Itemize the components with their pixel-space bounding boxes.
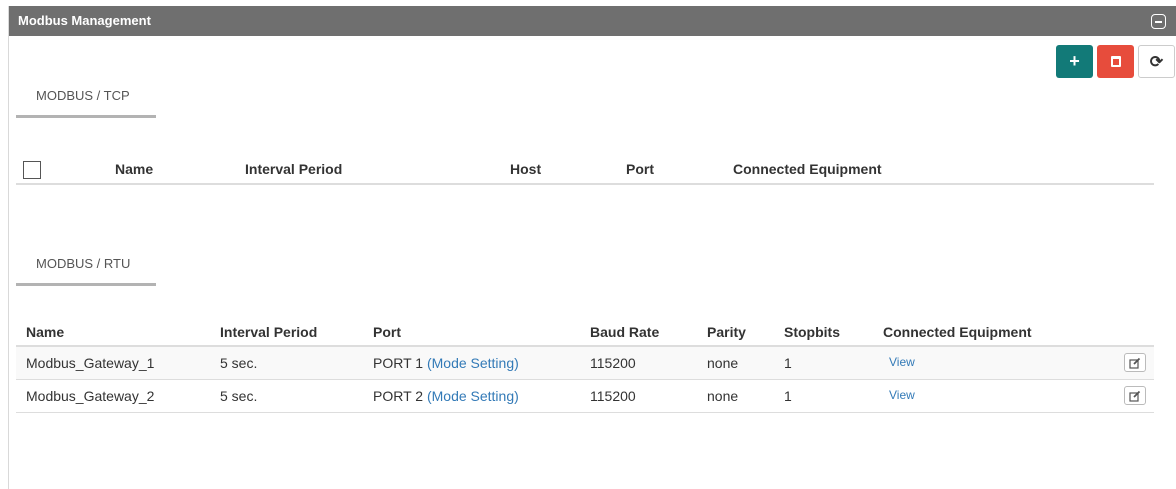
column-header: Interval Period — [245, 161, 343, 177]
column-header: Port — [363, 318, 580, 347]
column-header: Host — [510, 161, 542, 177]
column-header: Parity — [697, 318, 774, 347]
mode-setting-link[interactable]: (Mode Setting) — [427, 388, 519, 404]
select-all-checkbox[interactable] — [23, 161, 41, 179]
parity-value: none — [697, 379, 774, 413]
edit-icon — [1129, 390, 1141, 402]
equipment-cell: View — [873, 379, 1154, 413]
column-header: Stopbits — [774, 318, 873, 347]
refresh-button[interactable]: ⟳ — [1138, 45, 1175, 78]
stopbits-value: 1 — [774, 379, 873, 413]
baud-value: 115200 — [580, 379, 697, 413]
tab-modbus-rtu[interactable]: MODBUS / RTU — [16, 256, 156, 286]
gateway-name: Modbus_Gateway_2 — [16, 379, 210, 413]
tcp-table-header: Name Interval Period Host Port Connected… — [16, 156, 1154, 185]
interval-value: 5 sec. — [210, 346, 363, 380]
rtu-table: Name Interval Period Port Baud Rate Pari… — [16, 318, 1154, 413]
collapse-icon[interactable] — [1151, 14, 1166, 29]
column-header: Baud Rate — [580, 318, 697, 347]
interval-value: 5 sec. — [210, 379, 363, 413]
add-button[interactable]: + — [1056, 45, 1093, 78]
panel-title: Modbus Management — [18, 13, 151, 28]
column-header: Connected Equipment — [873, 318, 1154, 347]
toolbar: + ⟳ — [1056, 45, 1175, 78]
table-row: Modbus_Gateway_1 5 sec. PORT 1 (Mode Set… — [16, 346, 1154, 380]
edit-button[interactable] — [1124, 353, 1146, 373]
column-header: Interval Period — [210, 318, 363, 347]
stopbits-value: 1 — [774, 346, 873, 380]
table-row: Modbus_Gateway_2 5 sec. PORT 2 (Mode Set… — [16, 379, 1154, 413]
plus-icon: + — [1069, 51, 1080, 71]
column-header: Name — [16, 318, 210, 347]
port-cell: PORT 1 (Mode Setting) — [363, 346, 580, 380]
mode-setting-link[interactable]: (Mode Setting) — [427, 355, 519, 371]
tab-label: MODBUS / TCP — [36, 88, 130, 103]
gateway-name: Modbus_Gateway_1 — [16, 346, 210, 380]
equipment-cell: View — [873, 346, 1154, 380]
column-header: Port — [626, 161, 654, 177]
tab-modbus-tcp[interactable]: MODBUS / TCP — [16, 88, 156, 118]
modbus-management-panel: Modbus Management — [8, 6, 1176, 489]
edit-icon — [1129, 357, 1141, 369]
port-cell: PORT 2 (Mode Setting) — [363, 379, 580, 413]
tab-label: MODBUS / RTU — [36, 256, 131, 271]
column-header: Connected Equipment — [733, 161, 882, 177]
view-equipment-link[interactable]: View — [883, 388, 915, 402]
baud-value: 115200 — [580, 346, 697, 380]
refresh-icon: ⟳ — [1149, 53, 1164, 71]
port-value: PORT 1 — [373, 354, 424, 371]
view-equipment-link[interactable]: View — [883, 355, 915, 369]
parity-value: none — [697, 346, 774, 380]
trash-icon — [1110, 56, 1121, 67]
port-value: PORT 2 — [373, 387, 424, 404]
delete-button[interactable] — [1097, 45, 1134, 78]
panel-header: Modbus Management — [9, 6, 1176, 36]
table-header-row: Name Interval Period Port Baud Rate Pari… — [16, 318, 1154, 347]
edit-button[interactable] — [1124, 386, 1146, 405]
column-header: Name — [115, 161, 154, 177]
